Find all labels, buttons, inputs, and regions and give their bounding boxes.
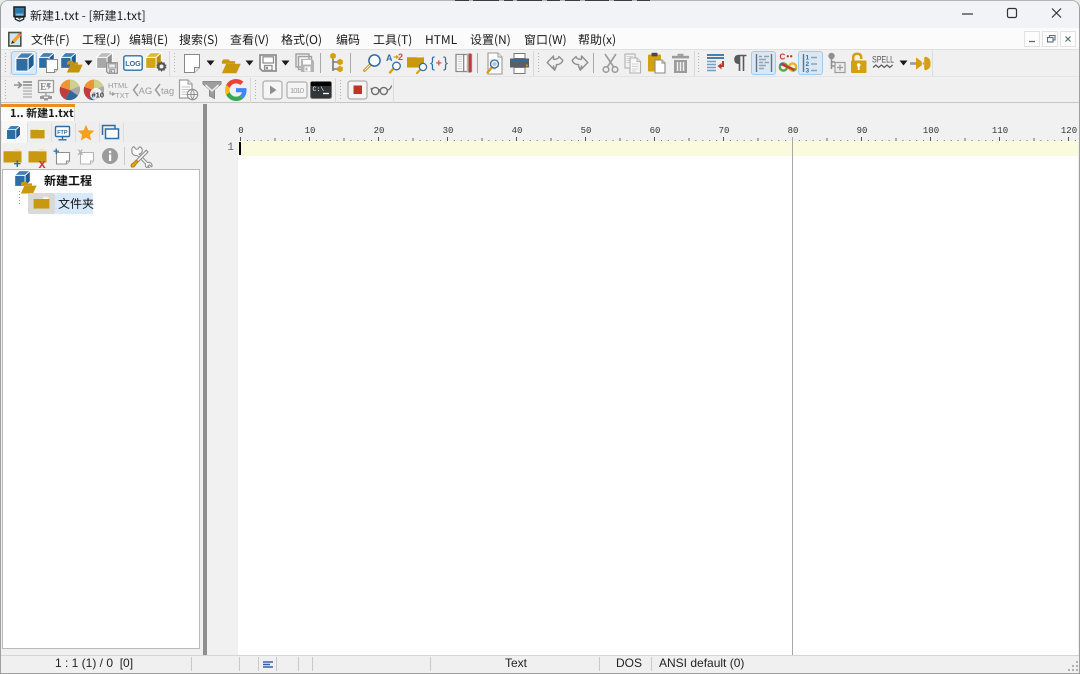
svg-text:+: + — [53, 147, 59, 158]
svg-text:}: } — [443, 55, 448, 72]
svg-text:C: C — [780, 53, 786, 62]
svg-text:x: x — [39, 156, 47, 168]
svg-text:{: { — [430, 55, 435, 72]
svg-text:FTP: FTP — [57, 130, 68, 136]
svg-text:+: + — [436, 58, 442, 70]
svg-text:TXT: TXT — [115, 91, 130, 100]
svg-text:E: E — [40, 82, 47, 93]
svg-text:2: 2 — [398, 52, 403, 62]
svg-text:C:\: C:\ — [313, 86, 325, 93]
svg-text:#10: #10 — [92, 91, 105, 100]
svg-text:1010: 1010 — [290, 86, 304, 95]
svg-text:tag: tag — [161, 86, 174, 97]
svg-text:x: x — [78, 147, 84, 158]
svg-text:+: + — [14, 156, 22, 168]
svg-text:SPELL: SPELL — [872, 55, 894, 65]
svg-text:LOG: LOG — [125, 59, 141, 68]
svg-text:AG: AG — [139, 86, 153, 97]
svg-text:HTML: HTML — [108, 81, 128, 90]
svg-text:A: A — [386, 53, 393, 63]
svg-text:3: 3 — [806, 68, 810, 74]
